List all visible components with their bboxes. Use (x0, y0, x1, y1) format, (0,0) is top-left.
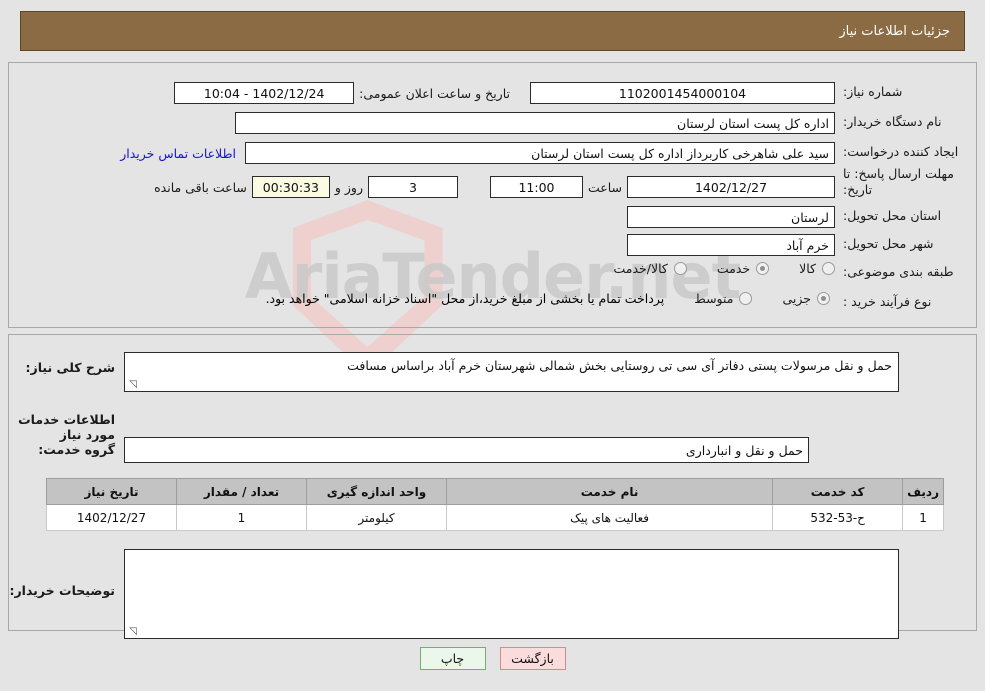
city-label: شهر محل تحویل: (843, 236, 934, 251)
announce-label: تاریخ و ساعت اعلان عمومی: (359, 85, 510, 101)
need-number-field-group: 1102001454000104 (530, 82, 835, 104)
process-option-jozi[interactable]: جزیی (782, 291, 830, 306)
cell-qty: 1 (176, 504, 307, 531)
print-button[interactable]: چاپ (419, 647, 486, 670)
category-option-label: کالا (799, 261, 816, 276)
general-desc-value: حمل و نقل مرسولات پستی دفاتر آی سی تی رو… (347, 358, 892, 373)
announce-datetime-field[interactable]: 1402/12/24 - 10:04 (174, 82, 355, 104)
radio-icon[interactable] (756, 262, 770, 275)
process-option-motavaset[interactable]: متوسط (694, 291, 753, 306)
radio-icon[interactable] (739, 292, 753, 305)
services-table: ردیف کد خدمت نام خدمت واحد اندازه گیری ت… (46, 478, 944, 531)
category-option-label: کالا/خدمت (613, 261, 668, 276)
radio-icon[interactable] (817, 292, 830, 305)
buyer-contact-link[interactable]: اطلاعات تماس خریدار (120, 146, 236, 161)
cell-code: ح-53-532 (772, 504, 904, 531)
creator-label: ایجاد کننده درخواست: (843, 144, 959, 159)
need-number-field[interactable]: 1102001454000104 (530, 82, 835, 104)
col-qty: تعداد / مقدار (176, 478, 307, 505)
deadline-group: 1402/12/27 ساعت 11:00 3 روز و 00:30:33 س… (149, 176, 835, 198)
deadline-date-field[interactable]: 1402/12/27 (627, 176, 835, 198)
resize-grip-icon[interactable]: ◹ (127, 380, 137, 390)
page-title: جزئیات اطلاعات نیاز (839, 23, 950, 39)
city-group: خرم آباد (627, 234, 835, 256)
general-desc-textarea[interactable]: حمل و نقل مرسولات پستی دفاتر آی سی تی رو… (124, 352, 899, 392)
category-radio-group: کالا خدمت کالا/خدمت (613, 261, 835, 276)
radio-icon[interactable] (673, 262, 687, 275)
days-remaining-field[interactable]: 3 (367, 176, 458, 198)
action-buttons: بازگشت چاپ (0, 647, 985, 670)
province-field[interactable]: لرستان (627, 206, 835, 228)
process-label: نوع فرآیند خرید : (843, 294, 932, 309)
creator-group: سید علی شاهرخی کاربرداز اداره کل پست است… (120, 142, 835, 164)
buyer-notes-textarea[interactable]: ◹ (124, 549, 899, 639)
buyer-org-group: اداره کل پست استان لرستان (235, 112, 835, 134)
city-field[interactable]: خرم آباد (627, 234, 835, 256)
col-date: تاریخ نیاز (46, 478, 177, 505)
radio-icon[interactable] (822, 262, 835, 275)
process-radio-group: جزیی متوسط پرداخت تمام یا بخشی از مبلغ خ… (266, 291, 830, 306)
category-option-label: خدمت (716, 261, 751, 276)
general-desc-label: شرح کلی نیاز: (25, 360, 115, 375)
province-label: استان محل تحویل: (843, 208, 942, 223)
process-option-label: جزیی (782, 291, 811, 306)
cell-date: 1402/12/27 (46, 504, 177, 531)
announce-group: تاریخ و ساعت اعلان عمومی: 1402/12/24 - 1… (174, 82, 515, 104)
services-table-wrap: ردیف کد خدمت نام خدمت واحد اندازه گیری ت… (46, 478, 944, 531)
service-group-field[interactable]: حمل و نقل و انبارداری (124, 437, 809, 463)
cell-name: فعالیت های پیک (445, 504, 774, 531)
services-section-head: اطلاعات خدمات مورد نیاز (18, 412, 115, 442)
category-label: طبقه بندی موضوعی: (843, 264, 954, 279)
col-code: کد خدمت (772, 478, 904, 505)
page-root: AriaTender.net جزئیات اطلاعات نیاز شماره… (0, 0, 985, 691)
process-note: پرداخت تمام یا بخشی از مبلغ خرید،از محل … (265, 291, 665, 306)
col-unit: واحد اندازه گیری (306, 478, 447, 505)
category-option-khedmat[interactable]: خدمت (716, 261, 770, 276)
col-name: نام خدمت (445, 478, 774, 505)
buyer-org-field[interactable]: اداره کل پست استان لرستان (235, 112, 835, 134)
cell-index: 1 (902, 504, 944, 531)
deadline-time-field[interactable]: 11:00 (489, 176, 583, 198)
buyer-org-label: نام دستگاه خریدار: (843, 114, 942, 129)
back-button[interactable]: بازگشت (499, 647, 566, 670)
resize-grip-icon[interactable]: ◹ (127, 627, 137, 637)
buyer-notes-label: توضیحات خریدار: (9, 583, 115, 598)
deadline-label: مهلت ارسال پاسخ: تا تاریخ: (843, 166, 954, 197)
need-number-label: شماره نیاز: (843, 84, 903, 99)
col-index: ردیف (902, 478, 944, 505)
table-row: 1 ح-53-532 فعالیت های پیک کیلومتر 1 1402… (46, 504, 944, 531)
remaining-time-label: ساعت باقی مانده (154, 179, 247, 195)
service-group-label: گروه خدمت: (38, 442, 115, 457)
hour-label: ساعت (587, 179, 622, 195)
province-group: لرستان (627, 206, 835, 228)
cell-unit: کیلومتر (306, 504, 447, 531)
category-option-kala[interactable]: کالا (799, 261, 835, 276)
category-option-kala-khedmat[interactable]: کالا/خدمت (613, 261, 687, 276)
table-header-row: ردیف کد خدمت نام خدمت واحد اندازه گیری ت… (46, 478, 944, 505)
creator-field[interactable]: سید علی شاهرخی کاربرداز اداره کل پست است… (245, 142, 835, 164)
countdown-field[interactable]: 00:30:33 (251, 176, 330, 198)
process-option-label: متوسط (694, 291, 734, 306)
page-header: جزئیات اطلاعات نیاز (20, 11, 965, 51)
days-label: روز و (334, 179, 363, 195)
